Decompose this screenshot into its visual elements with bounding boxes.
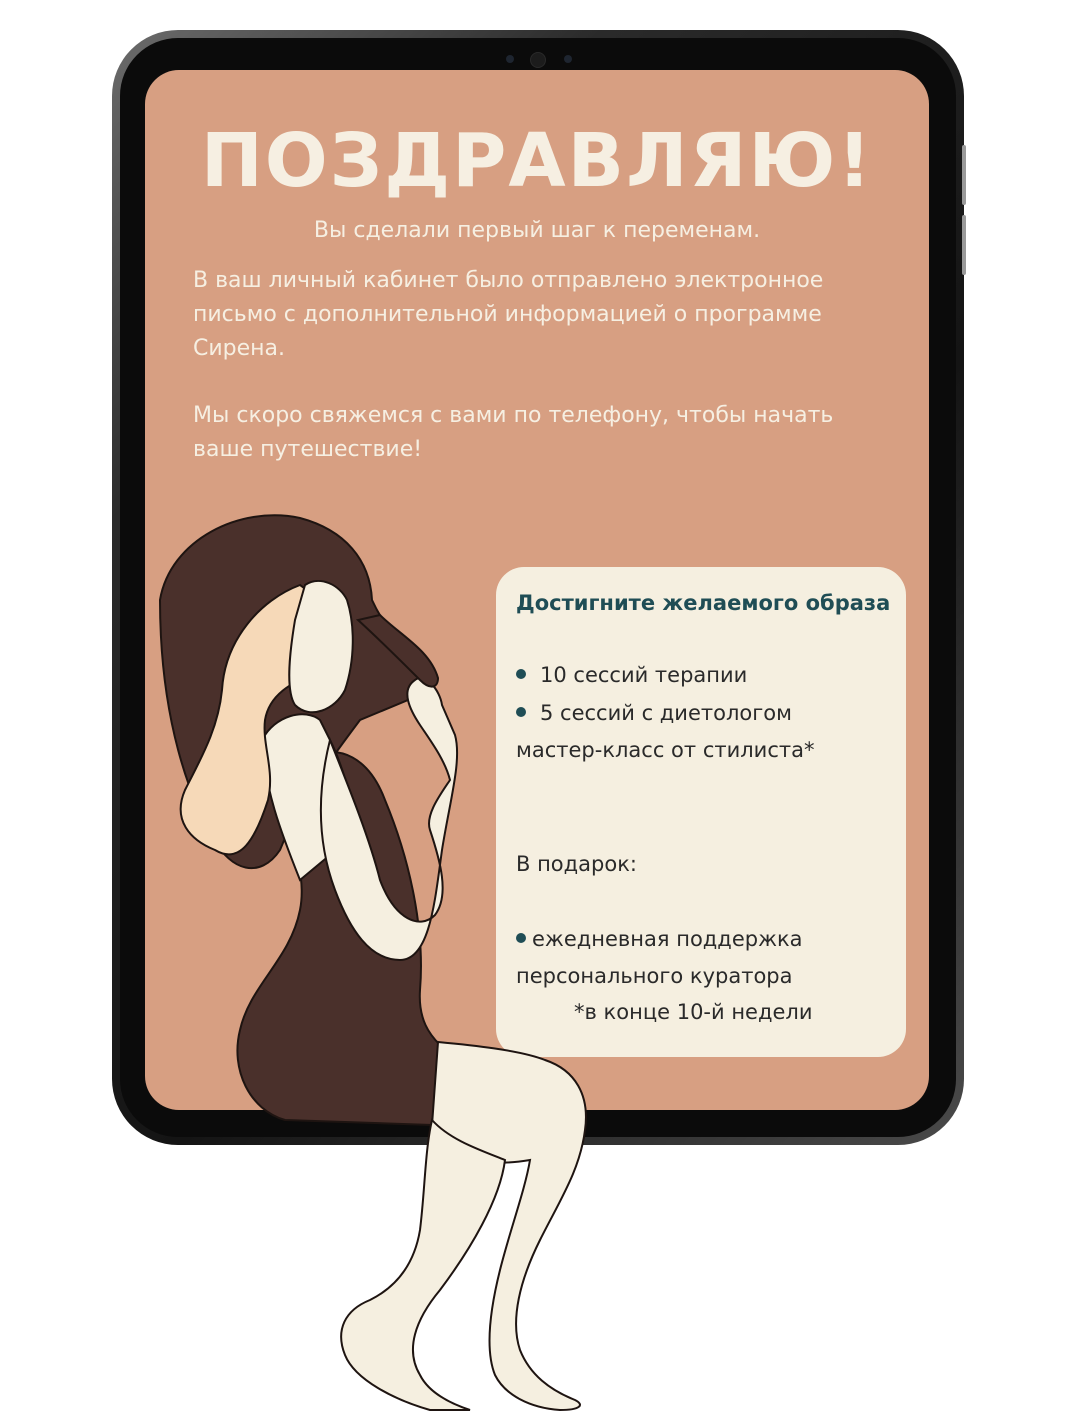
woman-illustration — [158, 514, 587, 1412]
leg-lower — [340, 1117, 507, 1411]
